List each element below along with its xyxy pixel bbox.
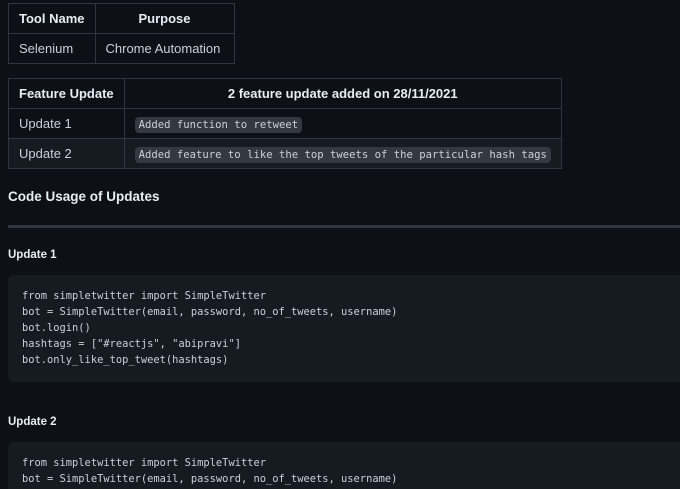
table-header-row: Tool Name Purpose — [8, 3, 235, 34]
tools-table: Tool Name Purpose Selenium Chrome Automa… — [8, 3, 235, 64]
inline-code: Added feature to like the top tweets of … — [134, 147, 551, 163]
code-line: bot.login() — [22, 322, 91, 334]
section-heading: Code Usage of Updates — [8, 189, 160, 204]
divider — [8, 225, 680, 228]
code-block[interactable]: from simpletwitter import SimpleTwitter … — [8, 442, 680, 489]
update-heading: Update 1 — [8, 249, 57, 261]
code-line: bot = SimpleTwitter(email, password, no_… — [22, 306, 398, 318]
table-cell: Update 2 — [8, 138, 125, 169]
table-cell: Update 1 — [8, 108, 125, 139]
code-line: from simpletwitter import SimpleTwitter — [22, 457, 266, 469]
update-heading: Update 2 — [8, 416, 57, 428]
code-line: hashtags = ["#reactjs", "abipravi"] — [22, 338, 241, 350]
features-table: Feature Update 2 feature update added on… — [8, 78, 562, 169]
table-header-cell: 2 feature update added on 28/11/2021 — [123, 78, 562, 109]
table-cell: Added function to retweet — [123, 108, 562, 139]
table-row: Update 2 Added feature to like the top t… — [8, 138, 562, 169]
code-line: bot.only_like_top_tweet(hashtags) — [22, 354, 229, 366]
code-block[interactable]: from simpletwitter import SimpleTwitter … — [8, 275, 680, 382]
table-cell: Selenium — [8, 33, 96, 64]
table-row: Update 1 Added function to retweet — [8, 108, 562, 139]
table-header-cell: Feature Update — [8, 78, 125, 109]
table-header-cell: Purpose — [94, 3, 235, 34]
inline-code: Added function to retweet — [134, 117, 303, 133]
table-cell: Chrome Automation — [94, 33, 235, 64]
table-cell: Added feature to like the top tweets of … — [123, 138, 562, 169]
table-header-row: Feature Update 2 feature update added on… — [8, 78, 562, 109]
code-line: from simpletwitter import SimpleTwitter — [22, 290, 266, 302]
table-row: Selenium Chrome Automation — [8, 33, 235, 64]
code-line: bot = SimpleTwitter(email, password, no_… — [22, 473, 398, 485]
table-header-cell: Tool Name — [8, 3, 96, 34]
